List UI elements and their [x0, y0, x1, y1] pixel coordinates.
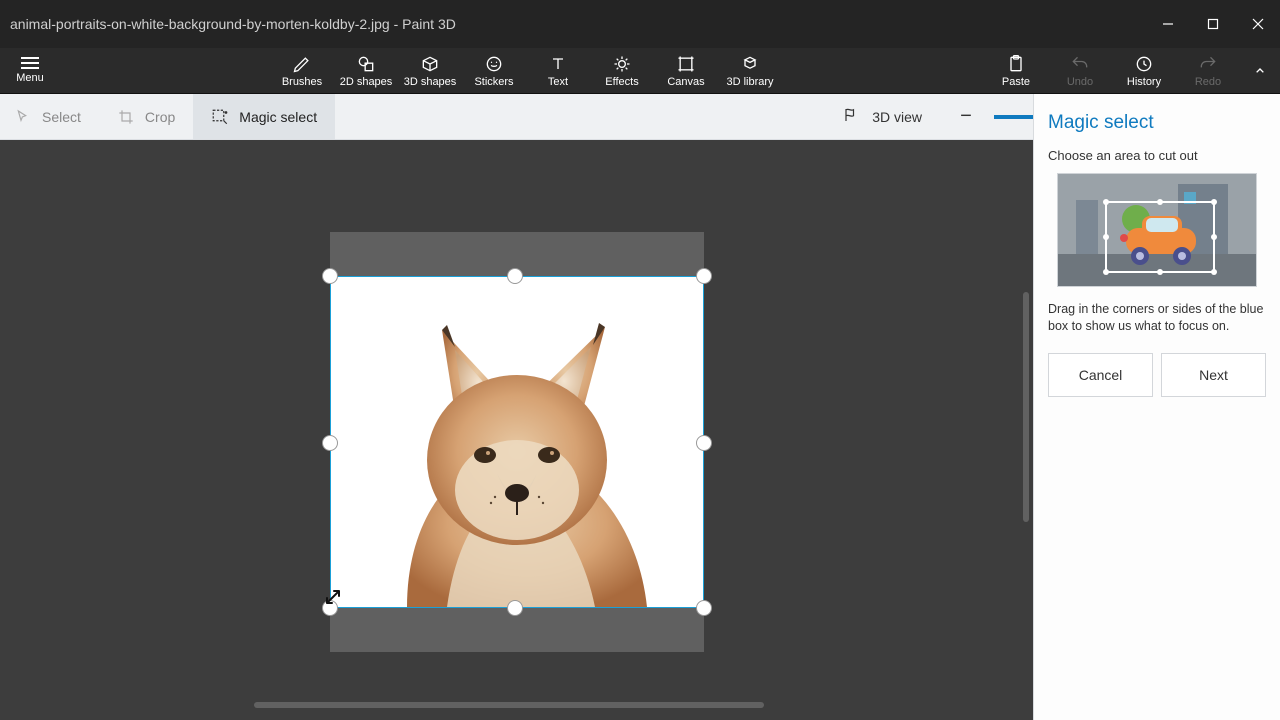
handle-mid-right[interactable]	[696, 435, 712, 451]
tool-3d-shapes[interactable]: 3D shapes	[398, 48, 462, 93]
window-title: animal-portraits-on-white-background-by-…	[10, 16, 456, 32]
subtool-label: Magic select	[239, 109, 317, 125]
close-button[interactable]	[1235, 0, 1280, 48]
3d-view-label: 3D view	[872, 109, 922, 125]
subtool-label: Crop	[145, 109, 175, 125]
subtool-select[interactable]: Select	[0, 94, 99, 139]
menu-button[interactable]: Menu	[0, 48, 60, 93]
canvas-area[interactable]	[0, 140, 1033, 720]
tool-label: Text	[548, 76, 568, 88]
panel-illustration	[1057, 173, 1257, 287]
tool-label: Undo	[1067, 76, 1093, 88]
shapes3d-icon	[420, 54, 440, 74]
tool-label: Stickers	[474, 76, 513, 88]
hamburger-icon	[21, 57, 39, 69]
select-icon	[14, 108, 32, 126]
paste-icon	[1006, 54, 1026, 74]
shapes2d-icon	[356, 54, 376, 74]
tool-history[interactable]: History	[1112, 48, 1176, 93]
handle-top-right[interactable]	[696, 268, 712, 284]
tool-group-right: Paste Undo History Redo	[984, 48, 1280, 93]
effects-icon	[612, 54, 632, 74]
flag3d-icon	[842, 106, 862, 127]
handle-bottom-center[interactable]	[507, 600, 523, 616]
maximize-button[interactable]	[1190, 0, 1235, 48]
fox-image	[347, 276, 687, 607]
right-panel: Magic select Choose an area to cut out	[1033, 94, 1280, 720]
stickers-icon	[484, 54, 504, 74]
main-toolbar: Menu Brushes 2D shapes 3D shapes Sticker…	[0, 48, 1280, 94]
tool-label: Brushes	[282, 76, 322, 88]
library3d-icon	[740, 54, 760, 74]
tool-label: 3D library	[726, 76, 773, 88]
text-icon	[548, 54, 568, 74]
handle-bottom-left[interactable]	[322, 600, 338, 616]
canvas-icon	[676, 54, 696, 74]
handle-top-center[interactable]	[507, 268, 523, 284]
panel-title: Magic select	[1048, 112, 1266, 134]
tool-label: 2D shapes	[340, 76, 393, 88]
tool-3d-library[interactable]: 3D library	[718, 48, 782, 93]
cancel-button[interactable]: Cancel	[1048, 353, 1153, 397]
redo-icon	[1198, 54, 1218, 74]
tool-undo[interactable]: Undo	[1048, 48, 1112, 93]
tool-canvas[interactable]: Canvas	[654, 48, 718, 93]
cancel-label: Cancel	[1079, 367, 1123, 383]
subtool-crop[interactable]: Crop	[99, 94, 193, 139]
minimize-button[interactable]	[1145, 0, 1190, 48]
tool-2d-shapes[interactable]: 2D shapes	[334, 48, 398, 93]
next-button[interactable]: Next	[1161, 353, 1266, 397]
handle-top-left[interactable]	[322, 268, 338, 284]
next-label: Next	[1199, 367, 1228, 383]
image-canvas[interactable]	[330, 276, 704, 608]
magic-select-icon	[211, 108, 229, 126]
menu-label: Menu	[16, 72, 44, 84]
expand-panel-button[interactable]	[1240, 48, 1280, 93]
panel-subtitle: Choose an area to cut out	[1048, 148, 1266, 163]
titlebar: animal-portraits-on-white-background-by-…	[0, 0, 1280, 48]
tool-effects[interactable]: Effects	[590, 48, 654, 93]
subtool-label: Select	[42, 109, 81, 125]
tool-group-main: Brushes 2D shapes 3D shapes Stickers Tex…	[270, 48, 782, 93]
tool-text[interactable]: Text	[526, 48, 590, 93]
history-icon	[1134, 54, 1154, 74]
crop-icon	[117, 108, 135, 126]
tool-label: History	[1127, 76, 1161, 88]
vertical-scrollbar[interactable]	[1023, 292, 1029, 522]
panel-instructions: Drag in the corners or sides of the blue…	[1048, 301, 1266, 335]
tool-label: 3D shapes	[404, 76, 457, 88]
subtool-magic-select[interactable]: Magic select	[193, 94, 335, 139]
panel-button-row: Cancel Next	[1048, 353, 1266, 397]
horizontal-scrollbar[interactable]	[254, 702, 764, 708]
tool-paste[interactable]: Paste	[984, 48, 1048, 93]
tool-brushes[interactable]: Brushes	[270, 48, 334, 93]
tool-redo[interactable]: Redo	[1176, 48, 1240, 93]
handle-mid-left[interactable]	[322, 435, 338, 451]
window-controls	[1145, 0, 1280, 48]
tool-label: Canvas	[667, 76, 704, 88]
tool-label: Effects	[605, 76, 638, 88]
3d-view-toggle[interactable]: 3D view	[828, 94, 936, 139]
undo-icon	[1070, 54, 1090, 74]
tool-stickers[interactable]: Stickers	[462, 48, 526, 93]
brushes-icon	[292, 54, 312, 74]
tool-label: Redo	[1195, 76, 1221, 88]
zoom-out-button[interactable]: −	[950, 101, 982, 133]
tool-label: Paste	[1002, 76, 1030, 88]
handle-bottom-right[interactable]	[696, 600, 712, 616]
